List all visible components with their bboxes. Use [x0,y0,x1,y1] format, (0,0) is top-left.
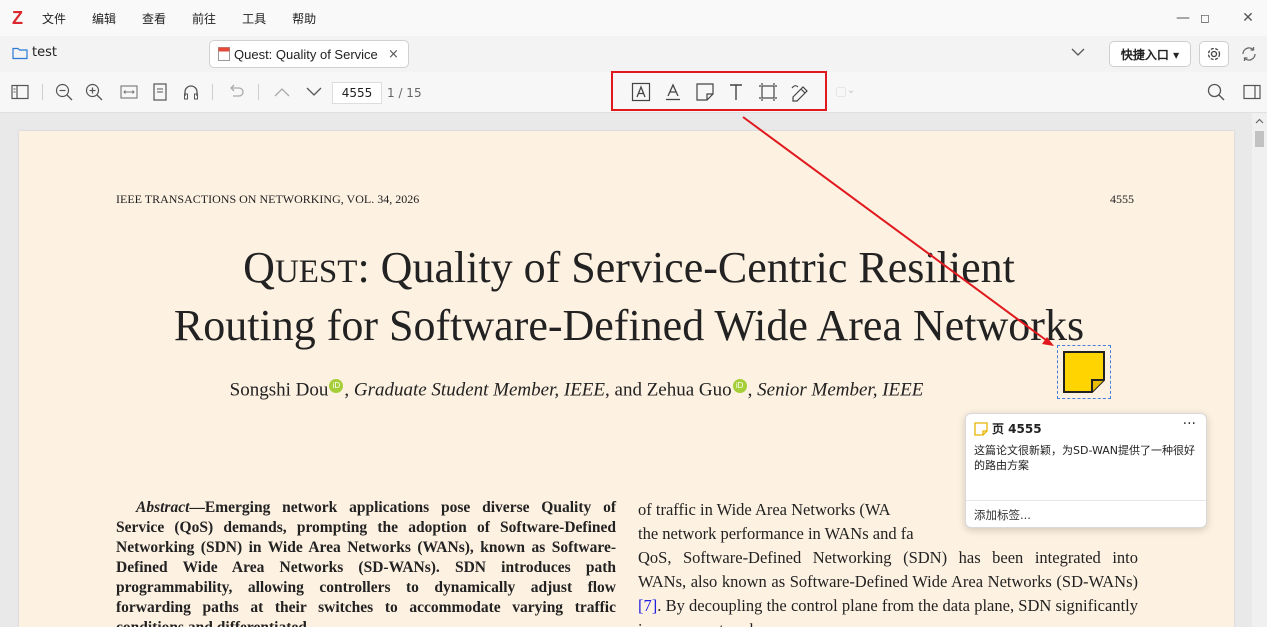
vertical-scrollbar[interactable] [1252,113,1267,627]
folder-icon [12,47,28,59]
settings-button[interactable] [1199,41,1229,67]
pdf-page: IEEE TRANSACTIONS ON NETWORKING, VOL. 34… [19,131,1234,627]
restore-button[interactable]: ◻ [1182,0,1228,36]
scroll-up-icon[interactable] [1252,115,1267,127]
app-logo: Z [12,7,23,28]
next-page-icon[interactable] [304,82,324,102]
tab-document-label: Quest: Quality of Service [234,46,378,62]
note-icon [974,421,988,436]
sidebar-toggle-icon[interactable] [10,82,30,102]
orcid-icon[interactable]: iD [732,379,747,393]
pdf-icon [218,47,230,61]
menu-go[interactable]: 前往 [192,10,216,27]
popup-page-label: 页 4555 [992,422,1042,436]
menubar: Z 文件 编辑 查看 前往 工具 帮助 [0,0,1267,36]
add-tag-button[interactable]: 添加标签... [966,500,1206,529]
paper-title: QUEST: Quality of Service-Centric Resili… [173,243,1085,350]
quick-access-button[interactable]: 快捷入口 ▾ [1109,41,1191,67]
annotation-tools-highlight [611,71,827,111]
fit-page-icon[interactable] [150,82,170,102]
color-picker-icon[interactable] [836,82,856,102]
search-icon[interactable] [1206,82,1226,102]
annotation-comment[interactable]: 这篇论文很新颖，为SD-WAN提供了一种很好的路由方案 [974,443,1196,473]
tab-library-label: test [32,45,57,60]
page-count: 1 / 15 [387,86,422,100]
tab-document[interactable]: Quest: Quality of Service × [209,40,409,68]
sticky-note-annotation[interactable] [1057,345,1111,399]
zoom-out-icon[interactable] [54,82,74,102]
annotation-popup[interactable]: 页 4555 ··· 这篇论文很新颖，为SD-WAN提供了一种很好的路由方案 添… [965,413,1207,528]
menu-file[interactable]: 文件 [42,10,66,27]
chevron-down-icon[interactable] [1070,44,1086,60]
sync-icon[interactable] [1240,45,1258,63]
context-pane-toggle-icon[interactable] [1242,82,1262,102]
page-number-input[interactable]: 4555 [332,82,382,104]
undo-icon[interactable] [226,82,246,102]
toolbar-divider [212,84,213,100]
sticky-note-icon [1063,351,1105,393]
tab-library[interactable]: test [12,45,57,60]
abstract: Abstract—Emerging network applications p… [116,499,616,627]
menu-help[interactable]: 帮助 [292,10,316,27]
paper-authors: Songshi Dou iD, Graduate Student Member, … [229,379,924,401]
page-number: 4555 [1110,192,1134,206]
zoom-in-icon[interactable] [84,82,104,102]
scroll-thumb[interactable] [1255,131,1264,147]
pdf-viewer[interactable]: IEEE TRANSACTIONS ON NETWORKING, VOL. 34… [0,113,1252,627]
menu-view[interactable]: 查看 [142,10,166,27]
more-options-icon[interactable]: ··· [1183,416,1196,432]
orcid-icon[interactable]: iD [329,379,344,393]
headphones-icon[interactable] [181,82,201,102]
menu-tools[interactable]: 工具 [242,10,266,27]
toolbar-divider [258,84,259,100]
tab-close-icon[interactable]: × [388,47,399,62]
citation-link[interactable]: [7] [638,596,657,615]
gear-icon [1207,47,1221,61]
fit-width-icon[interactable] [119,82,139,102]
running-head: IEEE TRANSACTIONS ON NETWORKING, VOL. 34… [116,192,420,206]
popup-header: 页 4555 [974,420,1042,437]
tab-bar: test Quest: Quality of Service × 快捷入口 ▾ [0,36,1267,73]
close-button[interactable]: ✕ [1225,0,1267,36]
toolbar-divider [42,84,43,100]
previous-page-icon[interactable] [272,82,292,102]
menu-edit[interactable]: 编辑 [92,10,116,27]
